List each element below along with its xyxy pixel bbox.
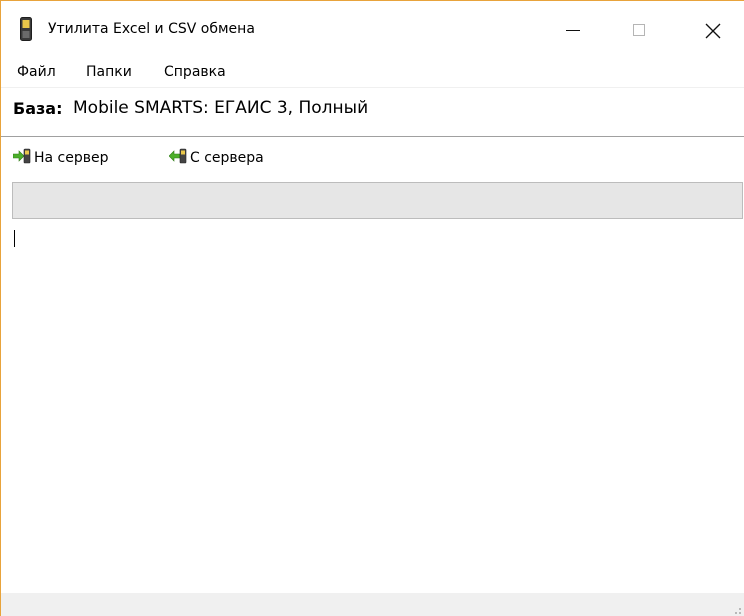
minimize-icon — [566, 30, 580, 31]
resize-grip-icon[interactable] — [730, 603, 742, 615]
text-caret — [14, 230, 15, 247]
upload-to-server-label: На сервер — [34, 150, 109, 166]
status-bar — [1, 593, 744, 616]
close-icon — [705, 23, 721, 39]
toolbar: На сервер С сервера — [1, 137, 744, 179]
minimize-button[interactable] — [554, 1, 600, 57]
maximize-button[interactable] — [618, 1, 664, 57]
app-window: Утилита Excel и CSV обмена Файл Папки Сп… — [0, 0, 744, 616]
database-info: База: Mobile SMARTS: ЕГАИС 3, Полный — [1, 87, 744, 135]
database-value: Mobile SMARTS: ЕГАИС 3, Полный — [73, 98, 369, 118]
upload-to-server-button[interactable]: На сервер — [13, 148, 109, 168]
arrow-left-device-icon — [169, 148, 187, 164]
mobile-device-icon — [20, 17, 32, 41]
menu-help[interactable]: Справка — [164, 64, 226, 80]
title-bar[interactable]: Утилита Excel и CSV обмена — [1, 1, 744, 57]
maximize-icon — [633, 24, 645, 36]
close-button[interactable] — [687, 1, 733, 57]
window-title: Утилита Excel и CSV обмена — [48, 21, 255, 37]
menu-folders[interactable]: Папки — [86, 64, 132, 80]
menu-bar: Файл Папки Справка — [1, 57, 744, 87]
progress-bar — [12, 182, 743, 219]
log-textarea[interactable] — [12, 221, 743, 593]
download-from-server-button[interactable]: С сервера — [169, 148, 264, 168]
menu-file[interactable]: Файл — [17, 64, 56, 80]
download-from-server-label: С сервера — [190, 150, 264, 166]
menu-divider — [1, 87, 744, 88]
database-label: База: — [13, 99, 63, 118]
arrow-right-device-icon — [13, 148, 31, 164]
